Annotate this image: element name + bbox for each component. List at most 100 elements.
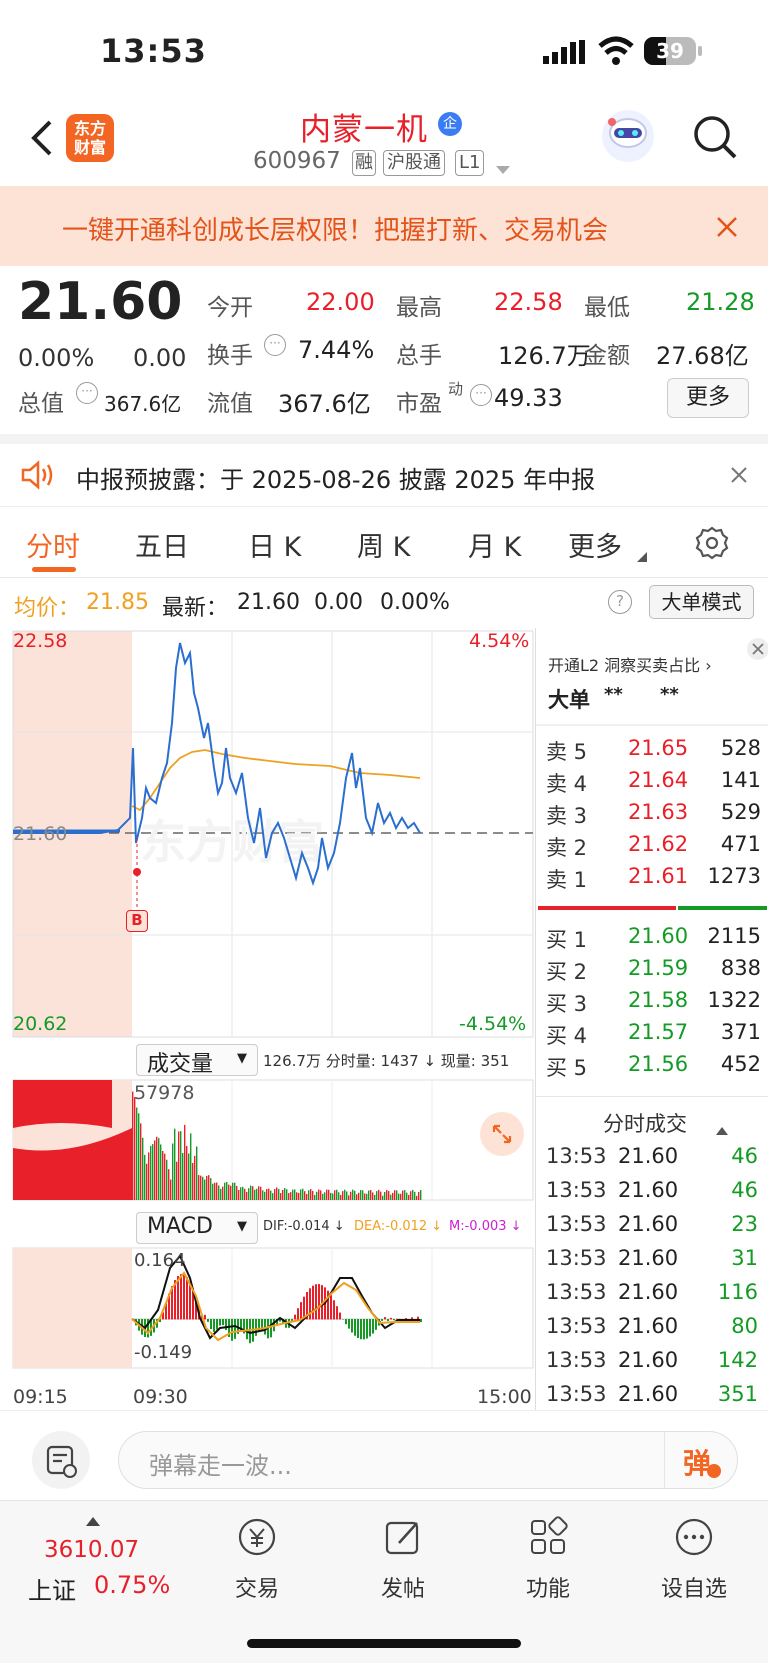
bid-volume: 2115 [707, 924, 761, 948]
danmu-placeholder: 弹幕走一波... [149, 1452, 292, 1480]
macd-bar [270, 1319, 272, 1338]
danmu-toggle-button[interactable]: 弹 [664, 1432, 738, 1488]
volume-bar [294, 1189, 296, 1200]
float-label: 流值 [207, 391, 253, 417]
indicator-selector-label: MACD [147, 1214, 213, 1239]
ask-row[interactable]: 卖 3 21.63 529 [546, 800, 761, 834]
mcap-value: 367.6亿 [104, 392, 182, 416]
notice-text: 中报预披露：于 2025-08-26 披露 2025 年中报 [76, 466, 596, 494]
ask-volume: 529 [720, 800, 761, 824]
bid-level-label: 买 3 [546, 992, 588, 1016]
macd-bar [234, 1319, 236, 1339]
stock-name: 内蒙一机 [300, 112, 428, 148]
close-icon[interactable] [730, 466, 748, 488]
memo-icon[interactable] [32, 1431, 90, 1489]
volume-bar [262, 1190, 264, 1200]
gear-icon[interactable] [694, 525, 730, 565]
ask-row[interactable]: 卖 2 21.62 471 [546, 832, 761, 866]
info-icon[interactable]: ··· [470, 384, 492, 406]
tab-week-k[interactable]: 周 K [357, 525, 410, 564]
tick-time: 13:53 [546, 1382, 607, 1406]
volume-bar [254, 1189, 256, 1200]
volume-bar [306, 1194, 308, 1200]
bid-row[interactable]: 买 5 21.56 452 [546, 1052, 761, 1086]
info-icon[interactable]: ··· [264, 334, 286, 356]
macd-bar [204, 1314, 206, 1320]
macd-bar [369, 1319, 371, 1337]
big-order-mode-button[interactable]: 大单模式 [649, 585, 754, 619]
volume-bar [134, 1097, 136, 1200]
volume-bar [198, 1175, 200, 1200]
bid-row[interactable]: 买 2 21.59 838 [546, 956, 761, 990]
promo-banner[interactable]: 一键开通科创成长层权限！把握打新、交易机会 [0, 186, 768, 266]
pe-value: 49.33 [494, 384, 563, 412]
ask-row[interactable]: 卖 5 21.65 528 [546, 736, 761, 770]
bid-row[interactable]: 买 3 21.58 1322 [546, 988, 761, 1022]
volume-bar [282, 1190, 284, 1200]
volume-bar [142, 1137, 144, 1200]
turnover-value: 7.44% [298, 336, 375, 364]
volume-bar [314, 1195, 316, 1200]
close-icon[interactable] [716, 216, 738, 242]
expand-icon[interactable] [480, 1112, 524, 1156]
volume-selector[interactable]: 成交量 ▼ [136, 1044, 258, 1077]
bid-row[interactable]: 买 1 21.60 2115 [546, 924, 761, 958]
volume-bar [238, 1189, 240, 1200]
danmu-input[interactable]: 弹幕走一波... 弹 [118, 1431, 738, 1489]
change-percent: 0.00% [18, 344, 95, 372]
nav-trade[interactable]: 交易 [207, 1515, 307, 1603]
tab-month-k[interactable]: 月 K [468, 525, 521, 564]
macd-bar [219, 1319, 221, 1326]
volume-bar [300, 1189, 302, 1200]
info-icon[interactable]: ··· [76, 382, 98, 404]
macd-bar [255, 1319, 257, 1336]
bid-level-label: 买 4 [546, 1024, 588, 1048]
index-ticker[interactable]: 3610.07 上证 0.75% [20, 1511, 180, 1611]
volume-bar [170, 1179, 172, 1200]
volume-bar [392, 1192, 394, 1200]
nav-post[interactable]: 发帖 [353, 1515, 453, 1603]
more-button[interactable]: 更多 [667, 378, 749, 418]
volume-bar [320, 1190, 322, 1200]
bid-row[interactable]: 买 4 21.57 371 [546, 1020, 761, 1054]
assistant-robot-icon[interactable] [600, 108, 656, 164]
volume-bar [386, 1189, 388, 1200]
volume-bar [286, 1189, 288, 1200]
ask-level-label: 卖 4 [546, 772, 588, 796]
intraday-chart[interactable]: 东方财富 22.58 20.62 4.54% -4.54% 21.60 B 成交… [0, 628, 535, 1410]
tab-intraday[interactable]: 分时 [26, 525, 80, 564]
macd-bar [294, 1314, 296, 1320]
l2-promo-link[interactable]: 开通L2 洞察买卖占比 › [548, 652, 712, 676]
high-label: 最高 [396, 295, 442, 321]
volume-bar [186, 1145, 188, 1200]
ticks-title[interactable]: 分时成交 [603, 1108, 687, 1138]
macd-bar [315, 1284, 317, 1320]
indicator-selector[interactable]: MACD ▼ [136, 1212, 258, 1244]
tab-5day[interactable]: 五日 [135, 525, 189, 564]
nav-functions[interactable]: 功能 [498, 1515, 598, 1603]
chevron-down-icon[interactable] [496, 160, 510, 179]
help-icon[interactable]: ? [608, 590, 632, 614]
ask-row[interactable]: 卖 1 21.61 1273 [546, 864, 761, 898]
volume-bar [272, 1193, 274, 1200]
volume-bar [212, 1183, 214, 1200]
back-button[interactable] [28, 118, 58, 158]
big-order-buy: ** [604, 684, 623, 705]
volume-bar [316, 1191, 318, 1200]
search-icon[interactable] [692, 114, 738, 160]
volume-info: 126.7万 分时量: 1437 ↓ 现量: 351 [263, 1052, 510, 1070]
close-icon[interactable] [747, 638, 768, 660]
tab-more[interactable]: 更多 [568, 525, 622, 564]
volume-bar [324, 1192, 326, 1200]
volume-panel [12, 1079, 534, 1201]
ask-row[interactable]: 卖 4 21.64 141 [546, 768, 761, 802]
volume-bar [342, 1191, 344, 1200]
nav-add-watchlist-label: 设自选 [660, 1577, 727, 1602]
bid-price: 21.59 [628, 956, 689, 980]
earnings-notice[interactable]: 中报预披露：于 2025-08-26 披露 2025 年中报 [0, 434, 768, 506]
sort-up-icon[interactable] [716, 1120, 728, 1139]
bid-price: 21.60 [628, 924, 689, 948]
nav-add-watchlist[interactable]: 设自选 [644, 1515, 744, 1603]
trade-marker-b[interactable]: B [126, 910, 148, 932]
tab-day-k[interactable]: 日 K [248, 525, 301, 564]
